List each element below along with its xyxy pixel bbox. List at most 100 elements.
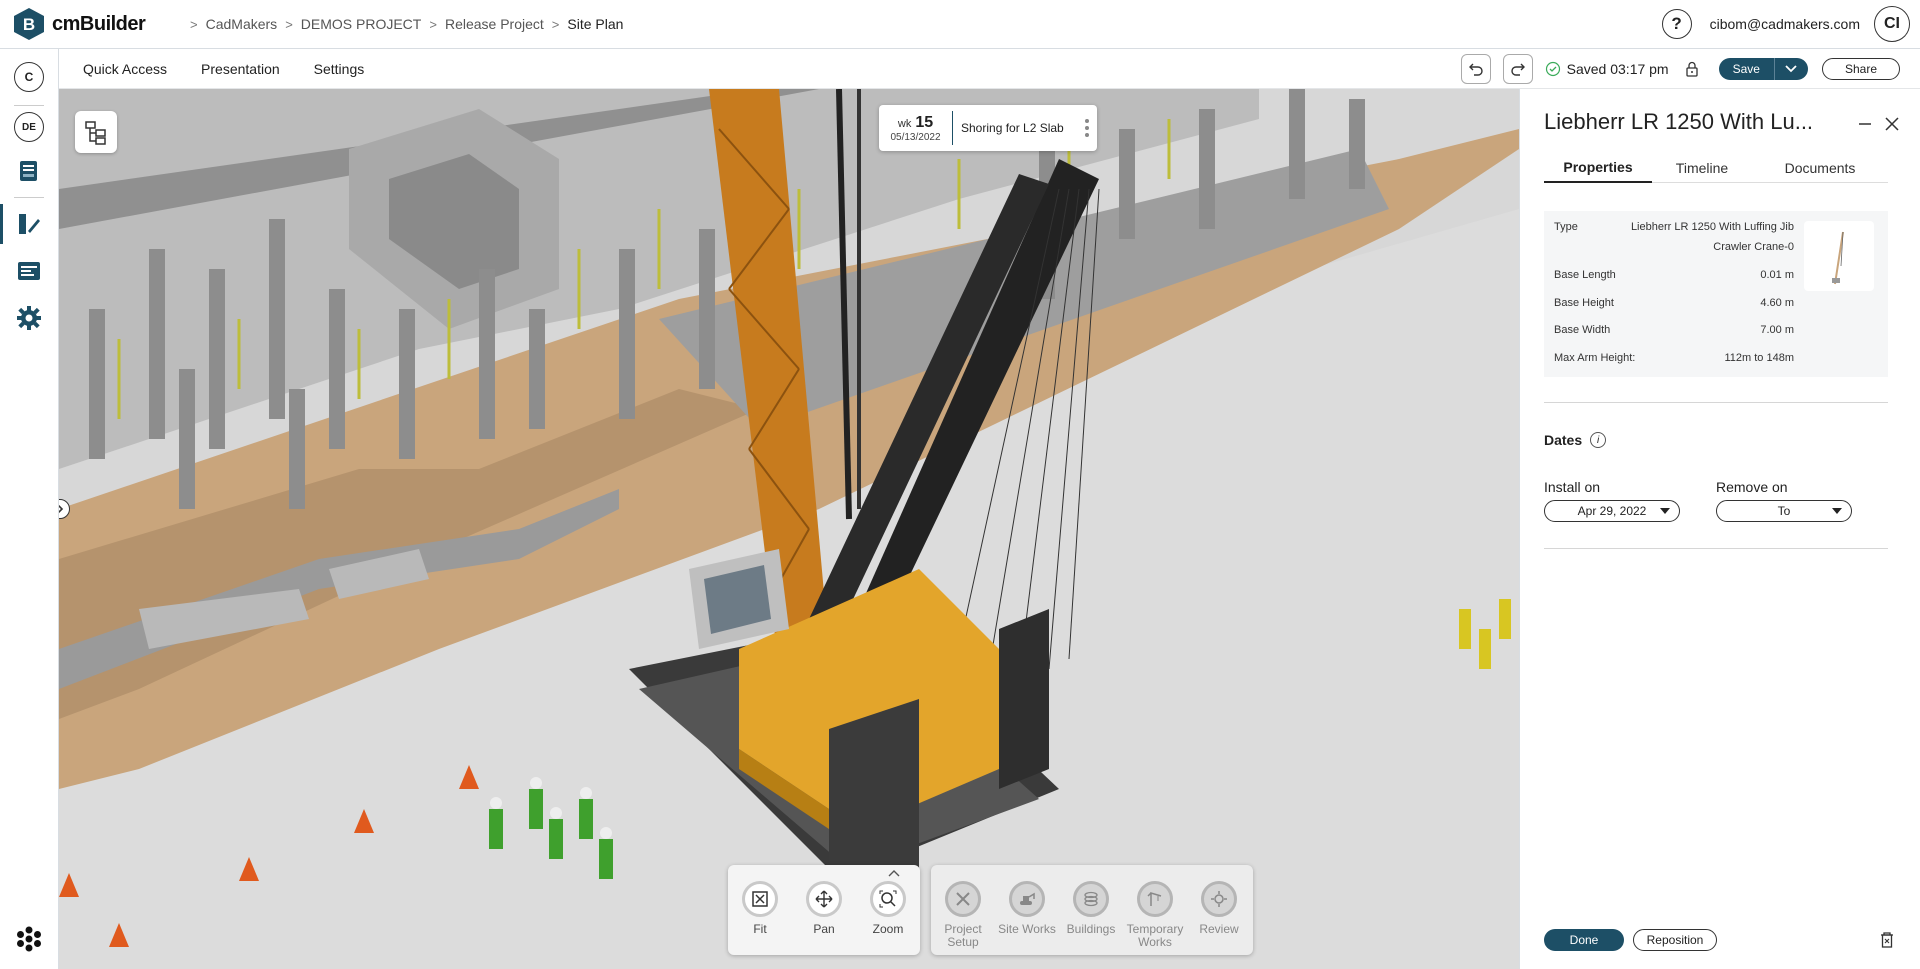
breadcrumb-chevron-icon: > [429,16,437,32]
undo-icon [1468,63,1483,76]
redo-button[interactable] [1502,53,1533,84]
review-label: Review [1199,922,1239,936]
company-switch-button[interactable]: C [14,62,44,92]
kebab-menu-icon[interactable] [1085,119,1089,137]
tab-timeline[interactable]: Timeline [1652,153,1752,183]
tab-documents[interactable]: Documents [1752,153,1888,183]
properties-panel: Liebherr LR 1250 With Lu... Properties T… [1519,89,1920,969]
share-button[interactable]: Share [1821,57,1900,80]
crane-icon [1137,881,1173,917]
model-tree-button[interactable] [75,111,117,153]
temporary-works-button[interactable]: Temporary Works [1123,881,1187,949]
panel-divider [1544,402,1888,403]
property-key: Type [1554,221,1578,233]
save-button[interactable]: Save [1718,57,1774,80]
app-grid-icon[interactable] [14,924,44,954]
property-row-base-width: Base Width 7.00 m [1554,320,1794,340]
chevron-down-icon [1785,64,1798,72]
delete-button[interactable] [1876,929,1898,951]
3d-viewport[interactable]: wk 15 05/13/2022 Shoring for L2 Slab Fit… [59,89,1519,969]
week-number-box: wk 15 05/13/2022 [879,111,953,145]
week-date: 05/13/2022 [890,131,941,143]
phase-toolbar: Project Setup Site Works Buildings Tempo… [931,865,1253,955]
site-plan-edit-icon[interactable] [14,209,44,239]
project-setup-button[interactable]: Project Setup [931,881,995,949]
property-row-base-height: Base Height 4.60 m [1554,293,1794,313]
minimize-button[interactable] [1855,114,1875,134]
rail-divider [14,197,44,198]
app-logo[interactable]: B cmBuilder [12,7,172,41]
rail-active-indicator [0,204,3,244]
lock-button[interactable] [1681,58,1703,80]
buildings-button[interactable]: Buildings [1059,881,1123,936]
undo-button[interactable] [1460,53,1491,84]
breadcrumb-chevron-icon: > [285,16,293,32]
app-name: cmBuilder [52,12,146,35]
user-email[interactable]: cibom@cadmakers.com [1710,16,1860,32]
zoom-button[interactable]: Zoom [856,881,920,936]
pan-label: Pan [813,922,835,936]
fit-label: Fit [753,922,767,936]
panel-title: Liebherr LR 1250 With Lu... [1544,109,1814,134]
menu-bar: Quick Access Presentation Settings Saved… [59,49,1920,89]
zoom-icon [870,881,906,917]
save-options-button[interactable] [1773,57,1808,80]
panel-tabs: Properties Timeline Documents [1544,153,1888,183]
zoom-label: Zoom [872,922,904,936]
remove-date-select[interactable]: To [1716,500,1852,522]
avatar[interactable]: CI [1874,6,1910,42]
caret-down-icon [1660,508,1670,514]
property-key: Base Length [1554,269,1616,281]
property-value: 112m to 148m [1724,352,1794,364]
chevron-right-icon [59,504,64,514]
pan-button[interactable]: Pan [792,881,856,936]
panel-divider [1544,548,1888,549]
left-rail: C DE [0,49,59,969]
property-key: Base Height [1554,297,1614,309]
install-date-value: Apr 29, 2022 [1577,504,1647,518]
project-switch-button[interactable]: DE [14,112,44,142]
reposition-button[interactable]: Reposition [1633,929,1717,951]
excavator-icon [1009,881,1045,917]
chevron-up-icon[interactable] [888,869,900,877]
trash-icon [1881,932,1893,948]
done-button[interactable]: Done [1544,929,1624,951]
minimize-icon [1859,123,1871,125]
breadcrumb-item-cadmakers[interactable]: CadMakers [206,16,278,32]
tab-properties[interactable]: Properties [1544,153,1652,183]
menu-presentation[interactable]: Presentation [201,61,280,77]
review-button[interactable]: Review [1187,881,1251,936]
save-controls: Saved 03:17 pm Save Share [1460,53,1900,84]
remove-date-value: To [1777,504,1791,518]
info-icon[interactable]: i [1590,432,1607,448]
fit-button[interactable]: Fit [728,881,792,936]
property-key: Max Arm Height: [1554,352,1636,364]
tools-icon [945,881,981,917]
schedule-icon[interactable] [14,256,44,286]
property-value: 7.00 m [1760,324,1794,336]
settings-gear-icon[interactable] [14,303,44,333]
menu-quick-access[interactable]: Quick Access [83,61,167,77]
saved-status: Saved 03:17 pm [1545,61,1669,77]
hierarchy-icon [85,121,106,145]
breadcrumb-item-demos-project[interactable]: DEMOS PROJECT [301,16,422,32]
menu-settings[interactable]: Settings [314,61,365,77]
week-task: Shoring for L2 Slab [961,121,1064,135]
user-area: ? cibom@cadmakers.com CI [1661,6,1910,42]
navigation-toolbar: Fit Pan Zoom [728,865,920,955]
property-value: 0.01 m [1760,269,1794,281]
help-button[interactable]: ? [1661,9,1692,39]
rail-divider [14,105,44,106]
install-date-select[interactable]: Apr 29, 2022 [1544,500,1680,522]
close-button[interactable] [1882,114,1902,134]
svg-text:B: B [23,15,35,34]
check-circle-icon [1545,61,1560,76]
project-setup-label: Project Setup [944,922,982,949]
week-indicator[interactable]: wk 15 05/13/2022 Shoring for L2 Slab [879,105,1097,151]
property-row-base-length: Base Length 0.01 m [1554,265,1794,285]
library-icon[interactable] [14,156,44,186]
top-bar: B cmBuilder > CadMakers > DEMOS PROJECT … [0,0,1920,49]
site-works-button[interactable]: Site Works [995,881,1059,936]
breadcrumb-item-release-project[interactable]: Release Project [445,16,544,32]
temporary-works-label: Temporary Works [1126,922,1184,949]
